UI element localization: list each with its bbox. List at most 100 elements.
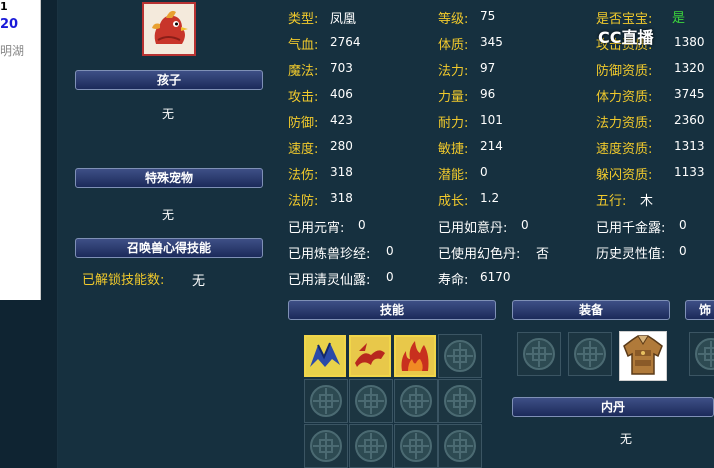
stat-value: 96 — [480, 87, 496, 101]
pet-portrait[interactable] — [142, 2, 196, 56]
stat-label: 敏捷: — [438, 142, 469, 157]
stat-label: 等级: — [438, 12, 469, 27]
neidan-value: 无 — [620, 432, 633, 446]
empty-skill-slot[interactable] — [304, 424, 348, 468]
stat-label: 气血: — [288, 38, 319, 53]
stat-label: 魔法: — [288, 64, 319, 79]
equipment-slot-1[interactable] — [517, 332, 561, 376]
stat-value: 423 — [330, 113, 353, 127]
stat-label: 速度资质: — [596, 142, 653, 157]
extra-label: 已用清灵仙露: — [288, 273, 371, 288]
stat-value: 214 — [480, 139, 503, 153]
skill-book-header: 召唤兽心得技能 — [75, 238, 263, 258]
extra-value: 0 — [521, 218, 529, 232]
stat-label: 法伤: — [288, 168, 319, 183]
stat-value: 2360 — [674, 113, 705, 127]
extra-value: 0 — [386, 270, 394, 284]
empty-slot-icon — [400, 430, 432, 462]
stat-value: 1380 — [674, 35, 705, 49]
ornament-header: 饰 — [685, 300, 714, 320]
extra-value: 6170 — [480, 270, 511, 284]
empty-skill-slot[interactable] — [438, 424, 482, 468]
extra-label: 已使用幻色丹: — [438, 247, 521, 262]
extra-label: 已用炼兽珍经: — [288, 247, 371, 262]
stat-value: 1320 — [674, 61, 705, 75]
skills-header: 技能 — [288, 300, 496, 320]
empty-skill-slot[interactable] — [438, 379, 482, 423]
stat-label: 五行: — [596, 194, 627, 209]
empty-slot-icon — [444, 340, 476, 372]
skill-slot-3[interactable] — [394, 335, 436, 377]
stat-label: 防御资质: — [596, 64, 653, 79]
extra-label: 已用千金露: — [596, 221, 666, 236]
extra-value: 0 — [358, 218, 366, 232]
extra-label: 已用如意丹: — [438, 221, 508, 236]
phoenix-portrait-icon — [144, 4, 194, 54]
strip-text-2: 20 — [0, 17, 19, 32]
stat-value: 280 — [330, 139, 353, 153]
strip-text-1: 1 — [0, 0, 8, 13]
empty-slot-icon — [310, 385, 342, 417]
equipment-slot-2[interactable] — [568, 332, 612, 376]
equipment-slot-3[interactable] — [619, 331, 667, 381]
empty-slot-icon — [355, 430, 387, 462]
stat-value: 木 — [640, 194, 654, 209]
stat-value: 凤凰 — [330, 12, 357, 27]
stat-value: 75 — [480, 9, 496, 23]
stat-value: 3745 — [674, 87, 705, 101]
extra-label: 历史灵性值: — [596, 247, 666, 262]
stat-label: 法力资质: — [596, 116, 653, 131]
stat-label: 法防: — [288, 194, 319, 209]
empty-slot-icon — [400, 385, 432, 417]
stat-label: 潜能: — [438, 168, 469, 183]
is-baby-value: 是 — [672, 11, 686, 26]
equipment-header: 装备 — [512, 300, 670, 320]
stat-value: 318 — [330, 191, 353, 205]
empty-skill-slot[interactable] — [394, 424, 438, 468]
empty-slot-icon — [574, 338, 606, 370]
stat-label: 力量: — [438, 90, 469, 105]
child-header: 孩子 — [75, 70, 263, 90]
stat-value: 2764 — [330, 35, 361, 49]
empty-skill-slot[interactable] — [438, 334, 482, 378]
stat-label: 攻击: — [288, 90, 319, 105]
empty-skill-slot[interactable] — [394, 379, 438, 423]
extra-label: 已用元宵: — [288, 221, 345, 236]
stat-label: 躲闪资质: — [596, 168, 653, 183]
stat-value: 101 — [480, 113, 503, 127]
stat-label: 防御: — [288, 116, 319, 131]
stat-value: 345 — [480, 35, 503, 49]
stat-label: 耐力: — [438, 116, 469, 131]
extra-value: 0 — [679, 218, 687, 232]
stat-label: 类型: — [288, 12, 319, 27]
stat-label: 体力资质: — [596, 90, 653, 105]
extra-value: 0 — [386, 244, 394, 258]
empty-skill-slot[interactable] — [349, 424, 393, 468]
extra-label: 寿命: — [438, 273, 469, 288]
empty-slot-icon — [310, 430, 342, 462]
skill-slot-1[interactable] — [304, 335, 346, 377]
red-bird-skill-icon — [351, 337, 389, 375]
skill-slot-2[interactable] — [349, 335, 391, 377]
empty-slot-icon — [695, 338, 714, 370]
empty-slot-icon — [444, 430, 476, 462]
blue-bird-skill-icon — [306, 337, 344, 375]
empty-skill-slot[interactable] — [349, 379, 393, 423]
stat-value: 703 — [330, 61, 353, 75]
ornament-slot-1[interactable] — [689, 332, 714, 376]
unlocked-skills-label: 已解锁技能数: — [82, 273, 165, 288]
neidan-header: 内丹 — [512, 397, 714, 417]
stat-label: 体质: — [438, 38, 469, 53]
stat-value: 1133 — [674, 165, 705, 179]
stat-value: 406 — [330, 87, 353, 101]
child-value: 无 — [162, 107, 175, 121]
empty-slot-icon — [444, 385, 476, 417]
strip-text-3: 明湖 — [0, 44, 25, 58]
stat-value: 1.2 — [480, 191, 500, 205]
empty-skill-slot[interactable] — [304, 379, 348, 423]
unlocked-skills-value: 无 — [192, 274, 206, 289]
stat-label: 法力: — [438, 64, 469, 79]
stat-value: 318 — [330, 165, 353, 179]
stat-value: 97 — [480, 61, 496, 75]
stat-value: 1313 — [674, 139, 705, 153]
